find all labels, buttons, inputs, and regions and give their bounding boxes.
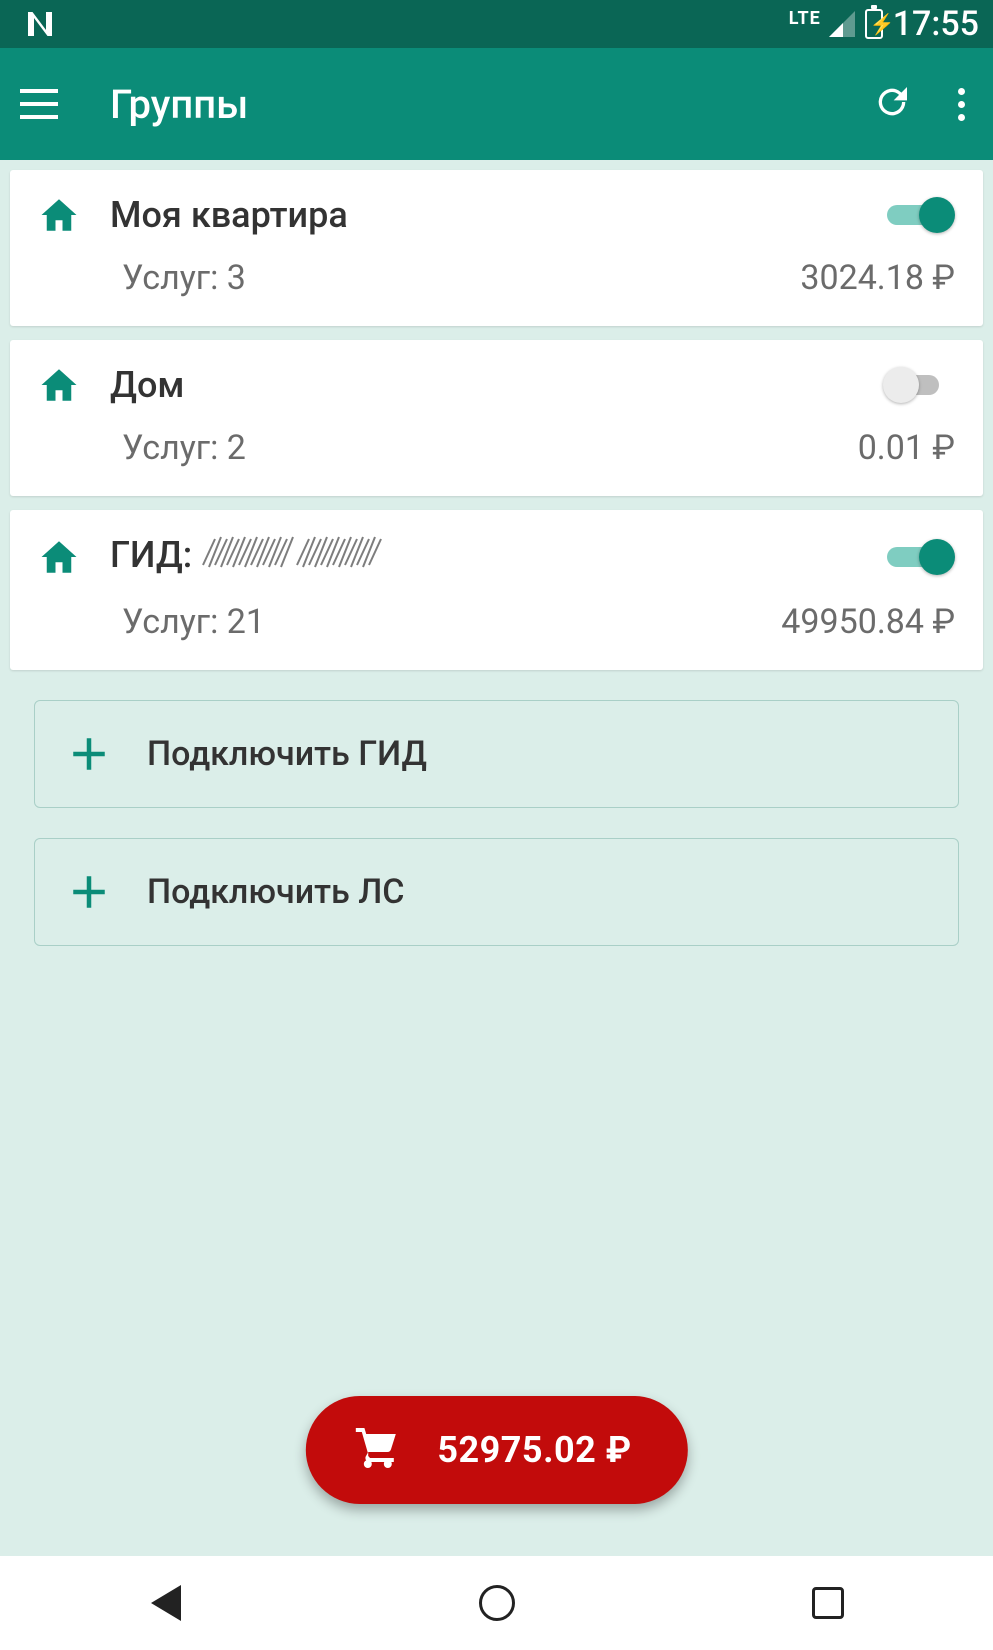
signal-icon bbox=[829, 11, 855, 37]
group-title: ГИД: bbox=[110, 534, 853, 580]
cart-total: 52975.02 ₽ bbox=[437, 1429, 631, 1471]
cart-fab[interactable]: 52975.02 ₽ bbox=[305, 1396, 687, 1504]
group-services-count: Услуг: 2 bbox=[122, 428, 246, 468]
battery-charging-icon: ⚡ bbox=[865, 9, 883, 39]
connect-gid-button[interactable]: Подключить ГИД bbox=[34, 700, 959, 808]
network-lte-label: LTE bbox=[789, 8, 821, 29]
refresh-icon bbox=[872, 82, 912, 122]
group-title: Моя квартира bbox=[110, 194, 853, 236]
group-title-prefix: ГИД: bbox=[110, 534, 192, 576]
android-n-icon bbox=[22, 6, 58, 42]
group-toggle[interactable] bbox=[883, 197, 955, 233]
connect-ls-button[interactable]: Подключить ЛС bbox=[34, 838, 959, 946]
connect-ls-label: Подключить ЛС bbox=[147, 872, 404, 912]
group-amount: 49950.84 ₽ bbox=[781, 602, 955, 642]
plus-icon bbox=[71, 736, 107, 772]
nav-home-button[interactable] bbox=[474, 1580, 520, 1626]
connect-gid-label: Подключить ГИД bbox=[147, 734, 427, 774]
refresh-button[interactable] bbox=[872, 82, 912, 126]
status-bar: LTE ⚡ 17:55 bbox=[0, 0, 993, 48]
cart-icon bbox=[353, 1424, 401, 1476]
home-icon bbox=[38, 364, 80, 406]
content-area: Моя квартира Услуг: 3 3024.18 ₽ Дом Услу… bbox=[0, 160, 993, 1556]
redacted-id-icon bbox=[201, 535, 391, 580]
group-amount: 3024.18 ₽ bbox=[800, 258, 955, 298]
group-card[interactable]: Моя квартира Услуг: 3 3024.18 ₽ bbox=[10, 170, 983, 326]
plus-icon bbox=[71, 874, 107, 910]
nav-recent-button[interactable] bbox=[805, 1580, 851, 1626]
group-card[interactable]: Дом Услуг: 2 0.01 ₽ bbox=[10, 340, 983, 496]
group-title: Дом bbox=[110, 364, 853, 406]
group-card[interactable]: ГИД: Услуг: 21 49950.84 ₽ bbox=[10, 510, 983, 670]
group-services-count: Услуг: 3 bbox=[122, 258, 246, 298]
group-services-count: Услуг: 21 bbox=[122, 602, 265, 642]
nav-back-button[interactable] bbox=[143, 1580, 189, 1626]
group-amount: 0.01 ₽ bbox=[858, 428, 955, 468]
clock-time: 17:55 bbox=[893, 4, 979, 44]
menu-icon[interactable] bbox=[20, 89, 62, 119]
app-bar: Группы bbox=[0, 48, 993, 160]
system-nav-bar bbox=[0, 1556, 993, 1650]
home-icon bbox=[38, 536, 80, 578]
more-options-button[interactable] bbox=[950, 80, 973, 129]
page-title: Группы bbox=[110, 81, 872, 128]
home-icon bbox=[38, 194, 80, 236]
group-toggle[interactable] bbox=[883, 539, 955, 575]
group-toggle[interactable] bbox=[883, 367, 955, 403]
